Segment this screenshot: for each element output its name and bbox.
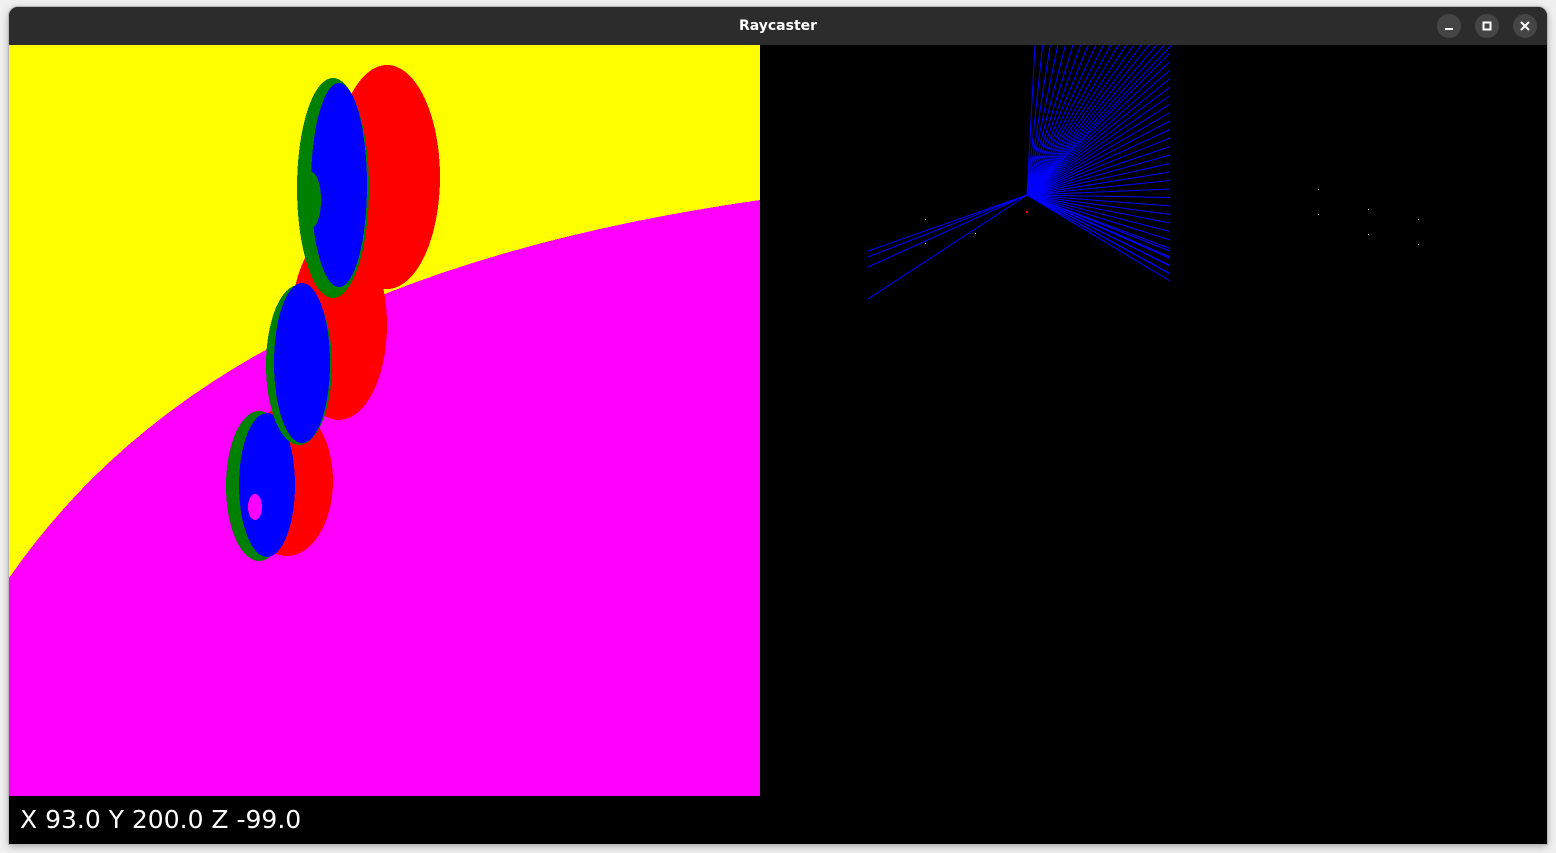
ray bbox=[1026, 194, 1171, 282]
title-bar[interactable]: Raycaster bbox=[9, 7, 1547, 45]
render-canvas[interactable]: X 93.0 Y 200.0 Z -99.0 bbox=[9, 45, 1547, 844]
ray-map-view bbox=[867, 45, 1419, 300]
ray bbox=[1026, 45, 1097, 196]
app-window: Raycaster X 93.0 Y 200.0 Z -99.0 bbox=[9, 7, 1547, 844]
minimize-button[interactable] bbox=[1437, 14, 1461, 38]
map-point bbox=[925, 219, 926, 220]
minimize-icon bbox=[1444, 21, 1454, 31]
map-point bbox=[1318, 214, 1319, 215]
map-point bbox=[975, 233, 976, 234]
ray bbox=[1026, 45, 1135, 196]
map-point bbox=[1418, 244, 1419, 245]
ray bbox=[1026, 103, 1171, 196]
ray bbox=[867, 194, 1028, 258]
map-point bbox=[1318, 189, 1319, 190]
ray bbox=[1026, 78, 1171, 196]
scene-view bbox=[9, 45, 760, 796]
ray bbox=[1026, 194, 1171, 274]
ray bbox=[1026, 194, 1171, 267]
maximize-icon bbox=[1482, 21, 1492, 31]
ray bbox=[1026, 45, 1173, 196]
coordinates-readout: X 93.0 Y 200.0 Z -99.0 bbox=[20, 805, 302, 834]
close-button[interactable] bbox=[1513, 14, 1537, 38]
ray bbox=[1026, 194, 1171, 224]
map-point bbox=[1368, 234, 1369, 235]
maximize-button[interactable] bbox=[1475, 14, 1499, 38]
ray bbox=[1026, 45, 1112, 196]
ray bbox=[1026, 194, 1171, 241]
ray bbox=[1026, 45, 1165, 196]
map-points bbox=[925, 189, 1419, 245]
ray bbox=[867, 194, 1028, 252]
window-title: Raycaster bbox=[738, 18, 818, 34]
close-icon bbox=[1520, 21, 1530, 31]
map-point bbox=[1368, 209, 1369, 210]
player-marker bbox=[1026, 211, 1028, 213]
map-point bbox=[925, 243, 926, 244]
ray-fan bbox=[867, 45, 1173, 300]
map-point bbox=[1418, 219, 1419, 220]
ray bbox=[867, 194, 1028, 300]
sphere-upper bbox=[297, 65, 440, 298]
ray bbox=[1026, 194, 1171, 252]
ray bbox=[867, 194, 1028, 268]
